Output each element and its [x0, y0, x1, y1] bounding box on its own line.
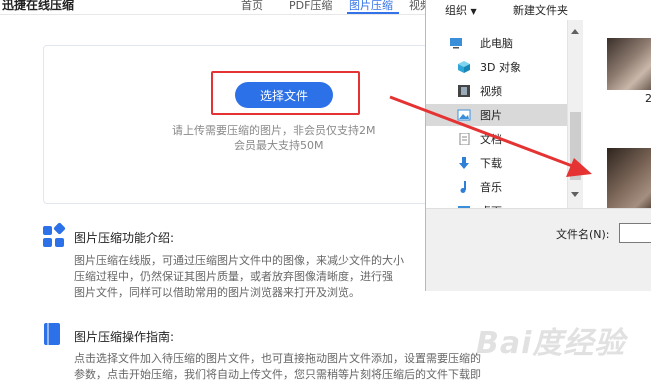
section-title-intro: 图片压缩功能介绍:: [74, 231, 175, 245]
chevron-down-icon: ▼: [470, 7, 477, 16]
upload-hint-member: 会员最大支持50M: [234, 139, 324, 152]
file-open-dialog: 组织 ▼ 新建文件夹 此电脑 3D 对象 视频 图片 文档 下载 音乐 2 文件…: [425, 0, 651, 291]
navigation-pane[interactable]: 此电脑 3D 对象 视频 图片 文档 下载 音乐: [426, 20, 567, 208]
nav-item-documents[interactable]: 文档: [457, 128, 567, 150]
nav-item-3d-objects[interactable]: 3D 对象: [457, 56, 567, 78]
feature-grid-icon: [43, 222, 66, 248]
section-text-line: 参数，点击开始压缩，我们将自动上传文件，您只需稍等片刻将压缩后的文件下载即: [74, 368, 481, 381]
music-icon: [460, 181, 466, 193]
new-folder-button[interactable]: 新建文件夹: [513, 2, 568, 18]
nav-item-desktop[interactable]: 桌面: [457, 200, 567, 208]
pc-icon: [450, 38, 462, 49]
upload-hint: 请上传需要压缩的图片，非会员仅支持2M: [172, 124, 376, 137]
nav-item-videos[interactable]: 视频: [457, 80, 567, 102]
dialog-footer: 文件名(N):: [426, 208, 651, 291]
scroll-up-arrow-icon[interactable]: [571, 29, 579, 34]
filename-input[interactable]: [619, 223, 651, 243]
section-text-line: 图片文件，同样可以借助常用的图片浏览器来打开及浏览。: [74, 286, 360, 299]
cube-icon: [458, 61, 470, 73]
image-thumbnail-label: 2: [645, 92, 651, 105]
image-thumbnail[interactable]: [607, 38, 651, 90]
download-icon: [459, 157, 469, 169]
file-list-pane[interactable]: 2: [583, 20, 651, 208]
section-text-line: 图片压缩在线版，可通过压缩图片文件中的图像，来减少文件的大小: [74, 254, 404, 267]
nav-item-pictures[interactable]: 图片: [426, 104, 567, 126]
organize-button[interactable]: 组织 ▼: [445, 2, 477, 18]
nav-item-this-pc[interactable]: 此电脑: [450, 32, 567, 54]
guide-book-icon: [44, 323, 60, 345]
scroll-down-arrow-icon[interactable]: [571, 192, 579, 197]
image-thumbnail[interactable]: [607, 148, 651, 208]
section-text-line: 点击选择文件加入待压缩的图片文件，也可直接拖动图片文件添加，设置需要压缩的: [74, 352, 481, 365]
section-text-line: 压缩过程中，仍然保证其图片质量，或者放弃图像清晰度，进行强: [74, 270, 393, 283]
filename-label: 文件名(N):: [556, 228, 610, 241]
section-title-guide: 图片压缩操作指南:: [74, 330, 175, 344]
nav-home[interactable]: 首页: [241, 0, 263, 13]
site-brand[interactable]: 迅捷在线压缩: [2, 0, 74, 13]
annotation-highlight-box: [211, 71, 360, 115]
document-icon: [459, 133, 470, 145]
nav-item-downloads[interactable]: 下载: [457, 152, 567, 174]
nav-scrollbar[interactable]: [567, 20, 583, 208]
nav-item-music[interactable]: 音乐: [457, 176, 567, 198]
scrollbar-thumb[interactable]: [570, 112, 581, 180]
dialog-body: 此电脑 3D 对象 视频 图片 文档 下载 音乐 2: [426, 20, 651, 208]
dialog-toolbar: 组织 ▼ 新建文件夹: [426, 0, 651, 20]
video-icon: [458, 85, 470, 97]
nav-pdf-compress[interactable]: PDF压缩: [289, 0, 332, 13]
picture-icon: [457, 109, 471, 121]
baidu-watermark: Bai度经验: [476, 326, 626, 361]
